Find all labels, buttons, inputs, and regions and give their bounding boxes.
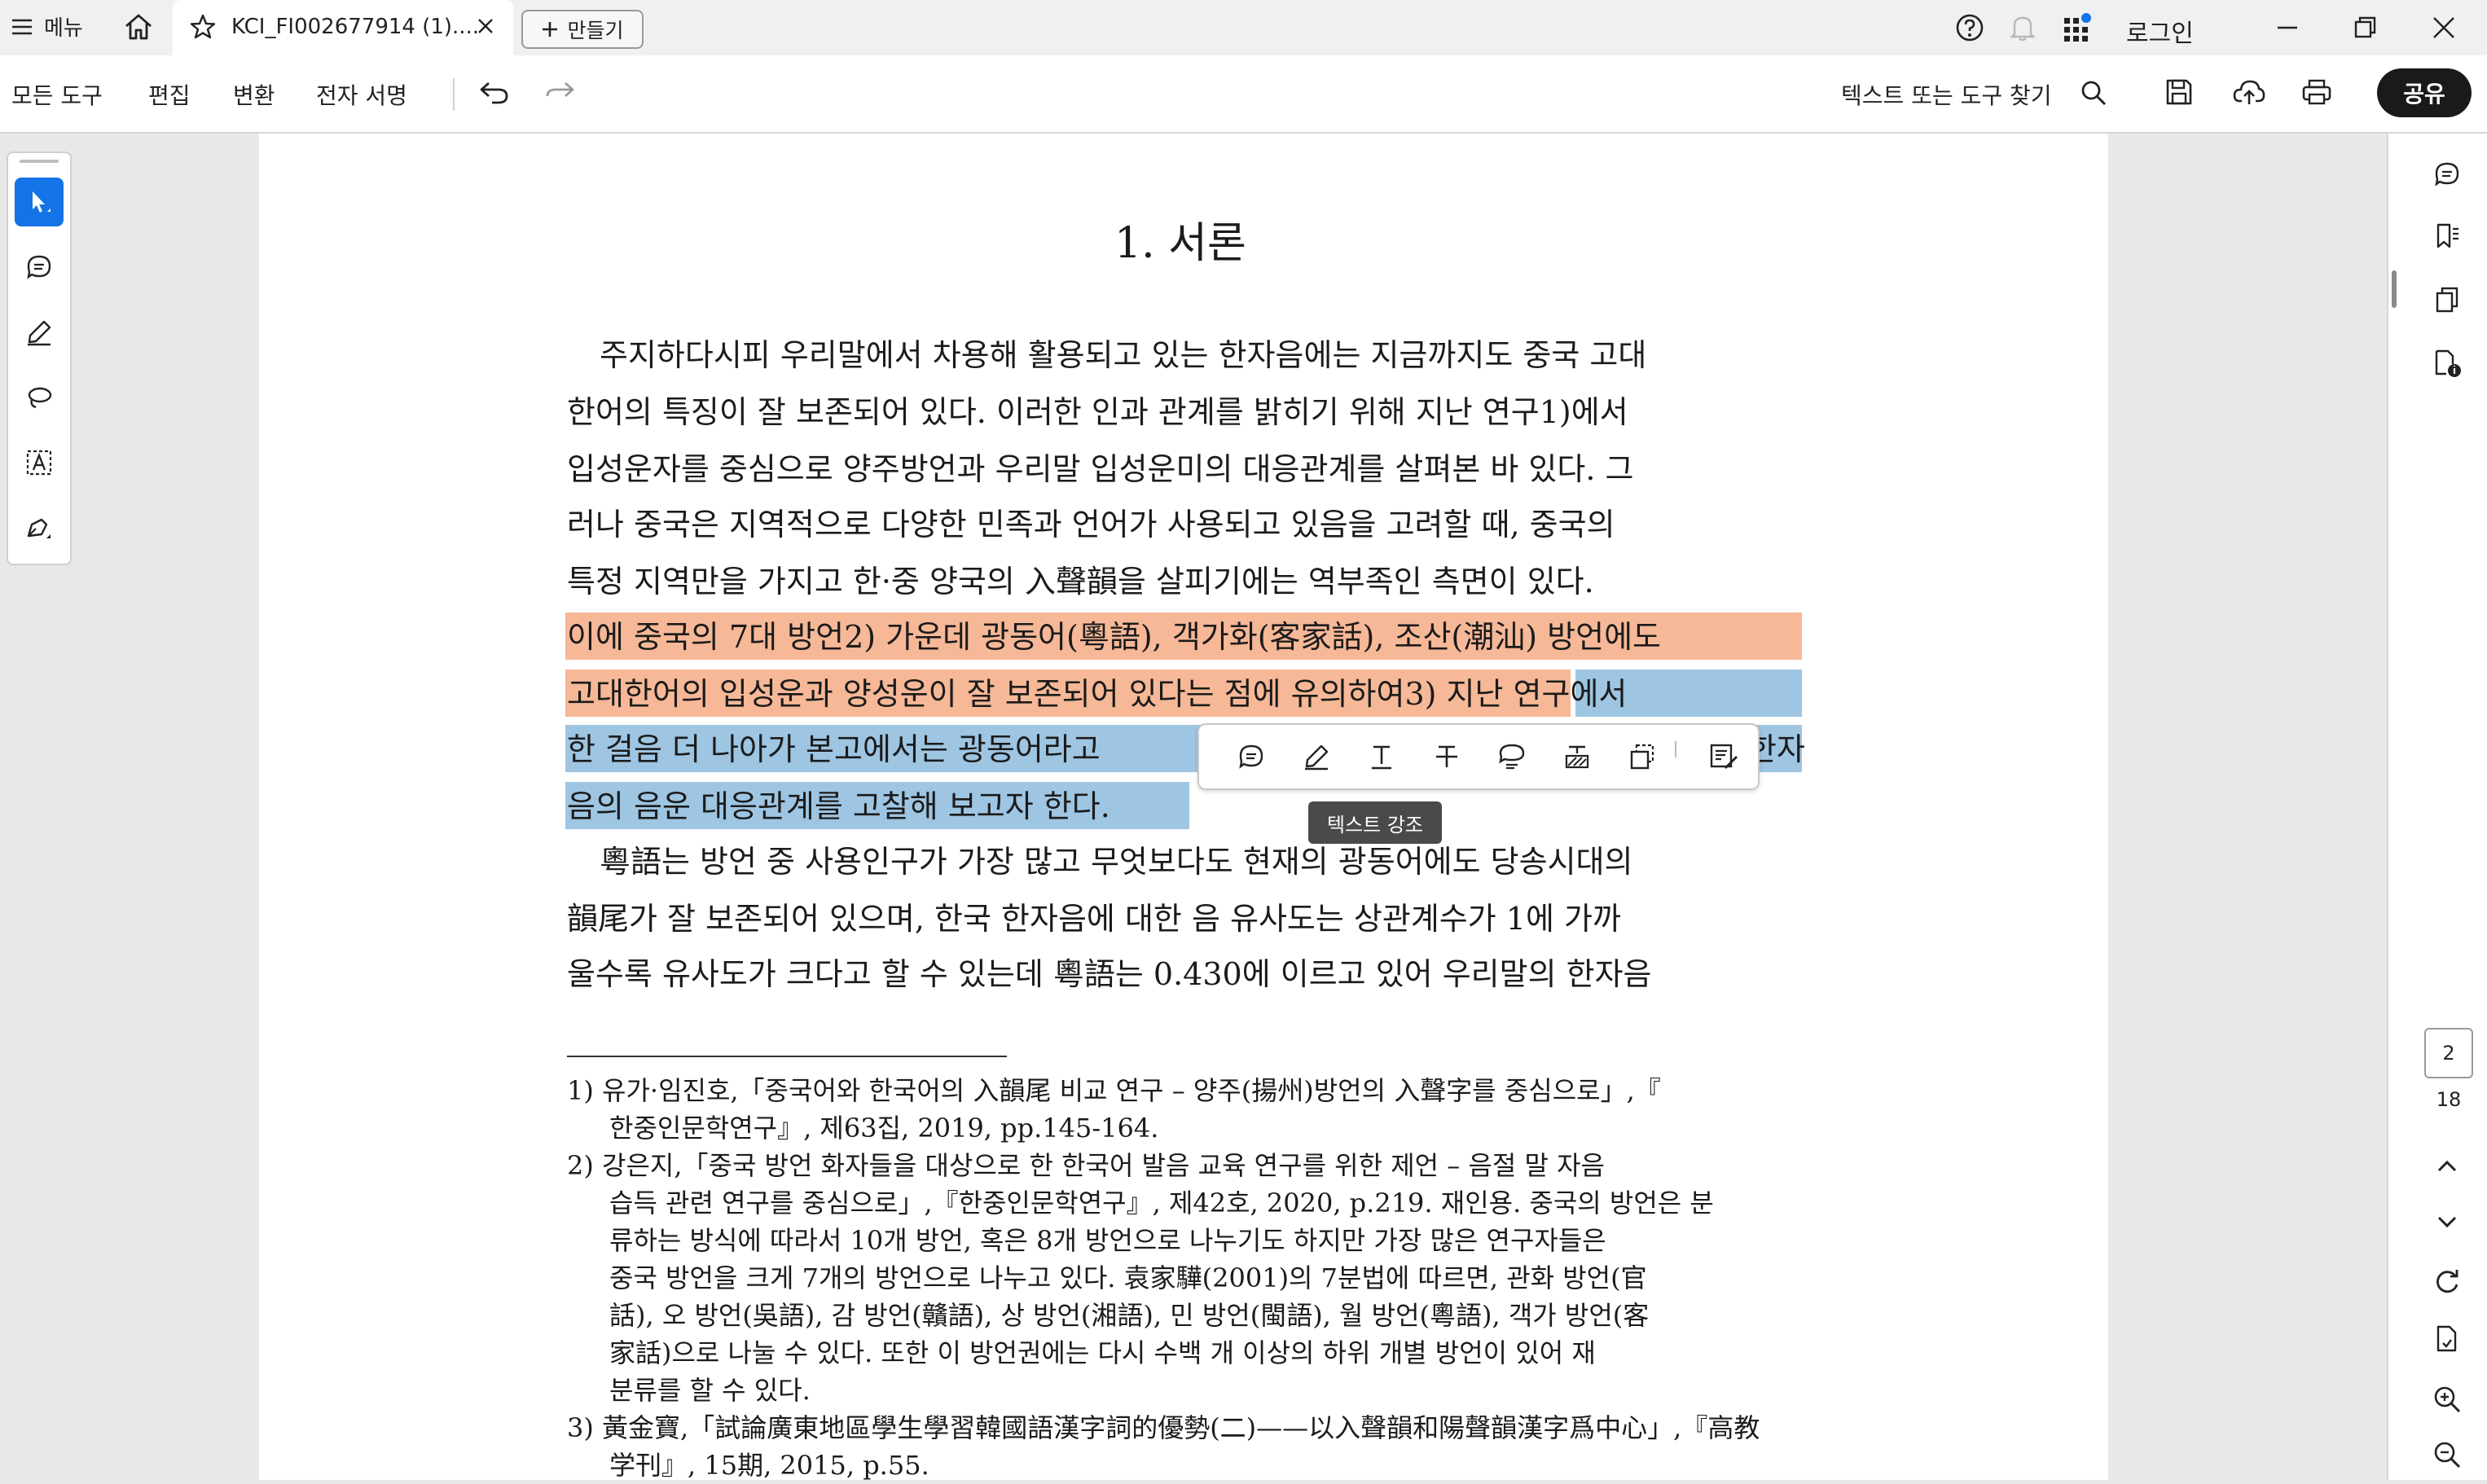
tooltip: 텍스트 강조: [1308, 801, 1442, 844]
login-button[interactable]: 로그인: [2126, 13, 2194, 49]
text-line: 러나 중국은 지역적으로 다양한 민족과 언어가 사용되고 있음을 고려할 때,…: [567, 507, 1615, 542]
text-line: 韻尾가 잘 보존되어 있으며, 한국 한자음에 대한 음 유사도는 상관계수가 …: [567, 901, 1621, 937]
text-line: 특정 지역만을 가지고 한·중 양국의 入聲韻을 살피기에는 역부족인 측면이 …: [567, 564, 1594, 599]
text-line: 고대한어의 입성운과 양성운이 잘 보존되어 있다는 점에 유의하여3) 지난 …: [567, 676, 1628, 712]
plus-icon: [541, 20, 559, 38]
restore-icon[interactable]: [2351, 13, 2380, 42]
copy-text-icon[interactable]: [1626, 740, 1659, 773]
zoom-in-icon[interactable]: [2429, 1381, 2465, 1417]
underline-icon[interactable]: [1365, 740, 1398, 773]
comment-tool[interactable]: [15, 243, 64, 292]
help-icon[interactable]: [1955, 13, 1984, 42]
document-properties-icon[interactable]: [2429, 345, 2465, 381]
save-icon[interactable]: [2164, 77, 2195, 108]
more-options-icon[interactable]: [1707, 740, 1740, 773]
footnote-line: 3) 黃金寶,「試論廣東地區學生學習韓國語漢字詞的優勢(二)——以入聲韻和陽聲韻…: [567, 1412, 1760, 1443]
text-box-tool[interactable]: [15, 438, 64, 487]
strikethrough-icon[interactable]: [1430, 740, 1463, 773]
bell-icon[interactable]: [2009, 13, 2037, 42]
menu-e-sign[interactable]: 전자 서명: [316, 78, 407, 111]
text-line: 입성운자를 중심으로 양주방언과 우리말 입성운미의 대응관계를 살펴본 바 있…: [567, 451, 1634, 487]
new-tab-label: 만들기: [567, 19, 624, 42]
search-icon[interactable]: [2079, 78, 2108, 108]
export-pdf-icon[interactable]: [2429, 1321, 2465, 1357]
print-icon[interactable]: [2300, 77, 2333, 108]
share-button[interactable]: 공유: [2377, 68, 2472, 117]
annotation-quick-toolbar: [1197, 723, 1760, 790]
text-line: 한어의 특징이 잘 보존되어 있다. 이러한 인과 관계를 밝히기 위해 지난 …: [567, 394, 1628, 430]
previous-page-icon[interactable]: [2429, 1148, 2465, 1184]
home-icon[interactable]: [122, 11, 155, 42]
star-icon[interactable]: [189, 13, 217, 41]
footnote-line: 学刊』, 15期, 2015, p.55.: [609, 1450, 929, 1481]
minimize-icon[interactable]: [2273, 13, 2302, 42]
text-line: 울수록 유사도가 크다고 할 수 있는데 粵語는 0.430에 이르고 있어 우…: [567, 956, 1652, 992]
footnote-line: 話), 오 방언(吳語), 감 방언(贛語), 상 방언(湘語), 민 방언(閩…: [609, 1300, 1650, 1331]
footnote-separator: [567, 1056, 1007, 1057]
highlight-pen-tool[interactable]: [15, 308, 64, 357]
menu-convert[interactable]: 변환: [233, 78, 275, 111]
cursor-arrow-icon: [25, 188, 53, 216]
footnote-line: 1) 유가·임진호,「중국어와 한국어의 入韻尾 비교 연구 – 양주(揚州)방…: [567, 1075, 1661, 1106]
tab-bar: 메뉴 KCI_FI002677914 (1).... 만들기 로그인: [0, 0, 2487, 55]
tab-title: KCI_FI002677914 (1)....: [231, 15, 480, 39]
lasso-icon: [24, 383, 54, 412]
fountain-pen-icon: [24, 513, 55, 542]
new-tab-button[interactable]: 만들기: [521, 10, 644, 49]
zoom-out-icon[interactable]: [2429, 1437, 2465, 1473]
select-tool[interactable]: [15, 178, 64, 226]
apps-grid-icon[interactable]: [2061, 11, 2094, 44]
text-box-icon: [24, 448, 54, 477]
text-line: 이에 중국의 7대 방언2) 가운데 광동어(粵語), 객가화(客家話), 조산…: [567, 619, 1662, 655]
left-tool-rail: [7, 151, 72, 565]
comment-icon: [24, 252, 54, 282]
page-total: 18: [2436, 1088, 2462, 1111]
footnote-line: 한중인문학연구』, 제63집, 2019, pp.145-164.: [609, 1113, 1159, 1144]
bookmark-icon[interactable]: [2429, 218, 2465, 254]
rail-grip[interactable]: [20, 160, 59, 163]
undo-icon[interactable]: [477, 78, 510, 108]
replace-text-icon[interactable]: [1496, 740, 1528, 773]
refresh-icon[interactable]: [2429, 1264, 2465, 1300]
section-title: 1. 서론: [1114, 219, 1246, 268]
pages-thumbnails-icon[interactable]: [2429, 282, 2465, 318]
sign-tool[interactable]: [15, 503, 64, 552]
comment-panel-icon[interactable]: [2429, 156, 2465, 192]
footnote-line: 습득 관련 연구를 중심으로」,『한중인문학연구』, 제42호, 2020, p…: [609, 1188, 1714, 1218]
text-line: 粵語는 방언 중 사용인구가 가장 많고 무엇보다도 현재의 광동어에도 당송시…: [600, 844, 1633, 880]
pen-icon: [24, 318, 54, 347]
menu-button[interactable]: 메뉴: [10, 11, 83, 42]
toolbar-divider: [453, 78, 455, 111]
footnote-line: 2) 강은지,「중국 방언 화자들을 대상으로 한 한국어 발음 교육 연구를 …: [567, 1150, 1605, 1181]
scrollbar-thumb[interactable]: [2392, 270, 2397, 308]
cloud-upload-icon[interactable]: [2232, 77, 2266, 108]
lasso-tool[interactable]: [15, 373, 64, 422]
redo-icon[interactable]: [544, 78, 577, 108]
close-tab-icon[interactable]: [474, 15, 497, 37]
footnote-line: 家話)으로 나눌 수 있다. 또한 이 방언권에는 다시 수백 개 이상의 하위…: [609, 1337, 1596, 1368]
toolbar-divider: [1675, 741, 1676, 757]
footnote-line: 류하는 방식에 따라서 10개 방언, 혹은 8개 방언으로 나누기도 하지만 …: [609, 1225, 1606, 1256]
menu-label: 메뉴: [44, 16, 83, 41]
footnote-line: 중국 방언을 크게 7개의 방언으로 나누고 있다. 袁家驊(2001)의 7분…: [609, 1262, 1647, 1293]
page-number-input[interactable]: 2: [2424, 1028, 2473, 1078]
main-toolbar: 모든 도구 편집 변환 전자 서명 텍스트 또는 도구 찾기 공유: [0, 55, 2487, 134]
add-comment-icon[interactable]: [1235, 740, 1268, 773]
text-line: 주지하다시피 우리말에서 차용해 활용되고 있는 한자음에는 지금까지도 중국 …: [600, 337, 1647, 373]
menu-edit[interactable]: 편집: [148, 78, 191, 111]
document-tab[interactable]: KCI_FI002677914 (1)....: [173, 0, 513, 55]
next-page-icon[interactable]: [2429, 1204, 2465, 1240]
close-window-icon[interactable]: [2429, 13, 2458, 42]
highlight-text-icon[interactable]: [1300, 740, 1333, 773]
footnote-line: 분류를 할 수 있다.: [609, 1375, 811, 1406]
hamburger-icon: [10, 15, 34, 39]
search-tools-label[interactable]: 텍스트 또는 도구 찾기: [1841, 78, 2052, 111]
menu-all-tools[interactable]: 모든 도구: [11, 78, 103, 111]
redact-text-icon[interactable]: [1561, 740, 1593, 773]
